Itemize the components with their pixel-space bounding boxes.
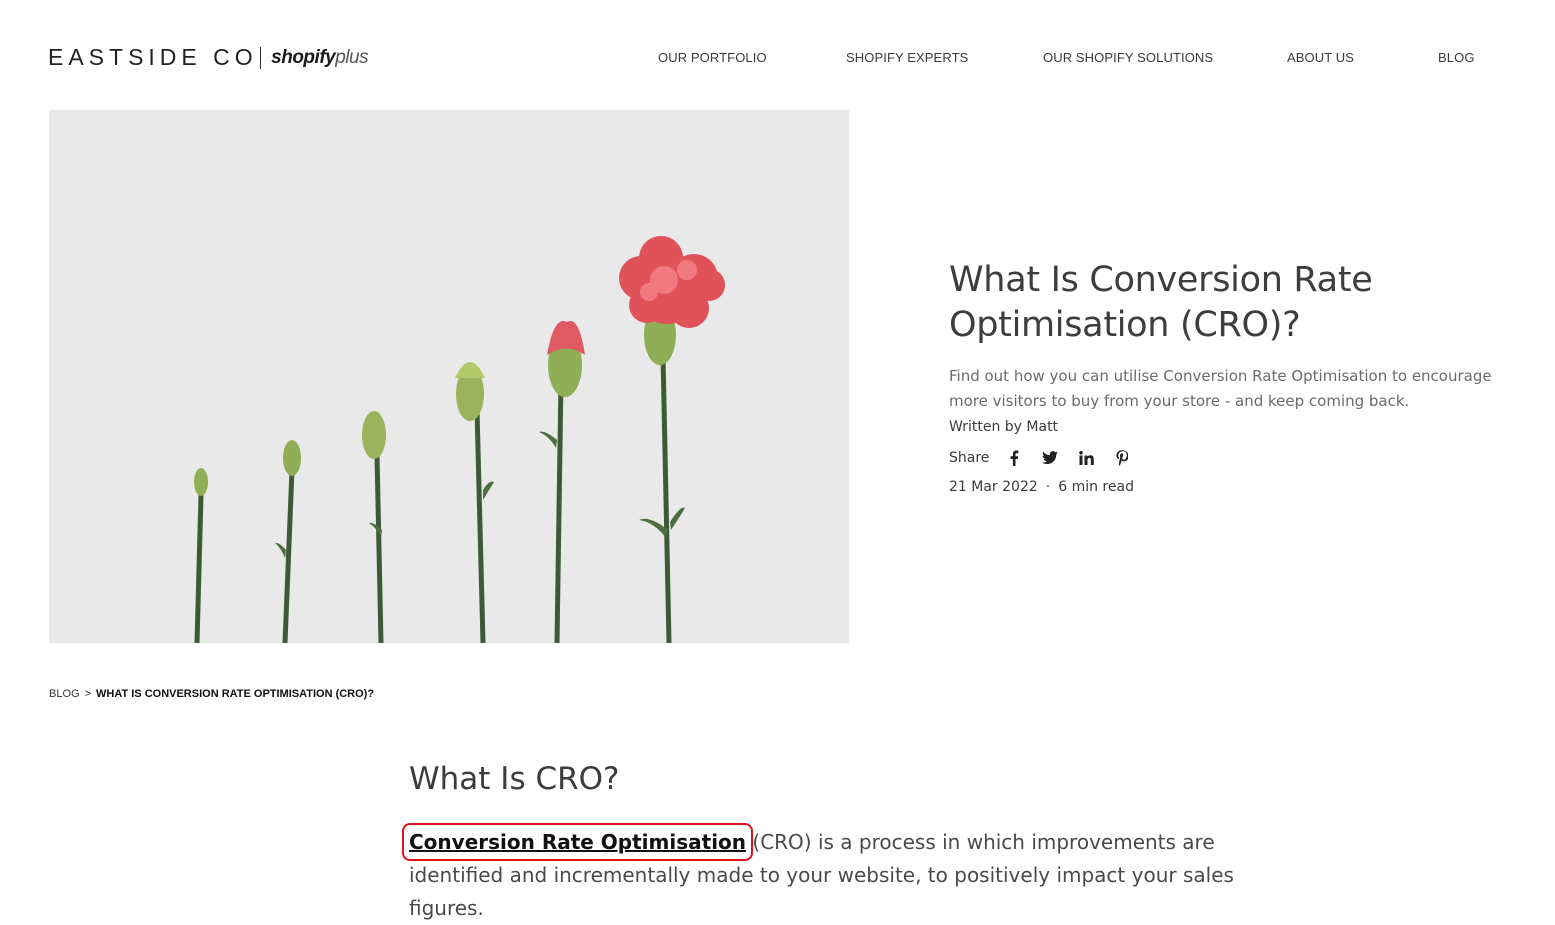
article-paragraph: Conversion Rate Optimisation (CRO) is a … (401, 823, 1289, 925)
facebook-icon[interactable] (1003, 449, 1025, 467)
carnation-flowers-image (49, 110, 849, 643)
cro-link[interactable]: Conversion Rate Optimisation (401, 823, 754, 861)
hero-image (49, 110, 849, 643)
nav-our-portfolio[interactable]: OUR PORTFOLIO (658, 50, 767, 65)
hero-text: What Is Conversion Rate Optimisation (CR… (949, 258, 1539, 495)
date-line: 21 Mar 2022 · 6 min read (949, 479, 1134, 495)
logo-shopify-text: shopify (271, 46, 336, 68)
written-by-label: Written by (949, 419, 1022, 435)
page-title: What Is Conversion Rate Optimisation (CR… (949, 260, 1373, 345)
breadcrumb-blog-link[interactable]: BLOG (49, 688, 80, 700)
post-date: 21 Mar 2022 (949, 479, 1038, 495)
breadcrumb-current: WHAT IS CONVERSION RATE OPTIMISATION (CR… (96, 688, 375, 700)
breadcrumb: BLOG > WHAT IS CONVERSION RATE OPTIMISATIO… (49, 688, 374, 700)
meta-separator: · (1045, 479, 1051, 495)
page-subtitle: Find out how you can utilise Conversion … (949, 367, 1492, 410)
author-name[interactable]: Matt (1026, 419, 1058, 435)
linkedin-icon[interactable] (1075, 449, 1097, 467)
nav-blog[interactable]: BLOG (1438, 50, 1475, 65)
breadcrumb-separator: > (84, 688, 92, 700)
logo-divider (259, 46, 262, 69)
logo-brand-text: EASTSIDE CO (48, 44, 258, 70)
share-label: Share (949, 450, 990, 466)
share-line: Share (949, 449, 1133, 467)
read-time: 6 min read (1058, 479, 1134, 495)
pinterest-icon[interactable] (1111, 449, 1133, 467)
nav-our-shopify-solutions[interactable]: OUR SHOPIFY SOLUTIONS (1043, 50, 1213, 65)
site-header: EASTSIDE CO shopify plus OUR PORTFOLIO SH… (0, 0, 1555, 110)
article-body: What Is CRO? Conversion Rate Optimisatio… (401, 756, 1289, 925)
twitter-icon[interactable] (1039, 449, 1061, 467)
article-heading: What Is CRO? (409, 761, 620, 797)
nav-about-us[interactable]: ABOUT US (1287, 50, 1354, 65)
nav-shopify-experts[interactable]: SHOPIFY EXPERTS (846, 50, 968, 65)
logo-plus-text: plus (335, 46, 369, 68)
author-line: Written by Matt (949, 419, 1058, 435)
site-logo[interactable]: EASTSIDE CO shopify plus (48, 44, 369, 71)
